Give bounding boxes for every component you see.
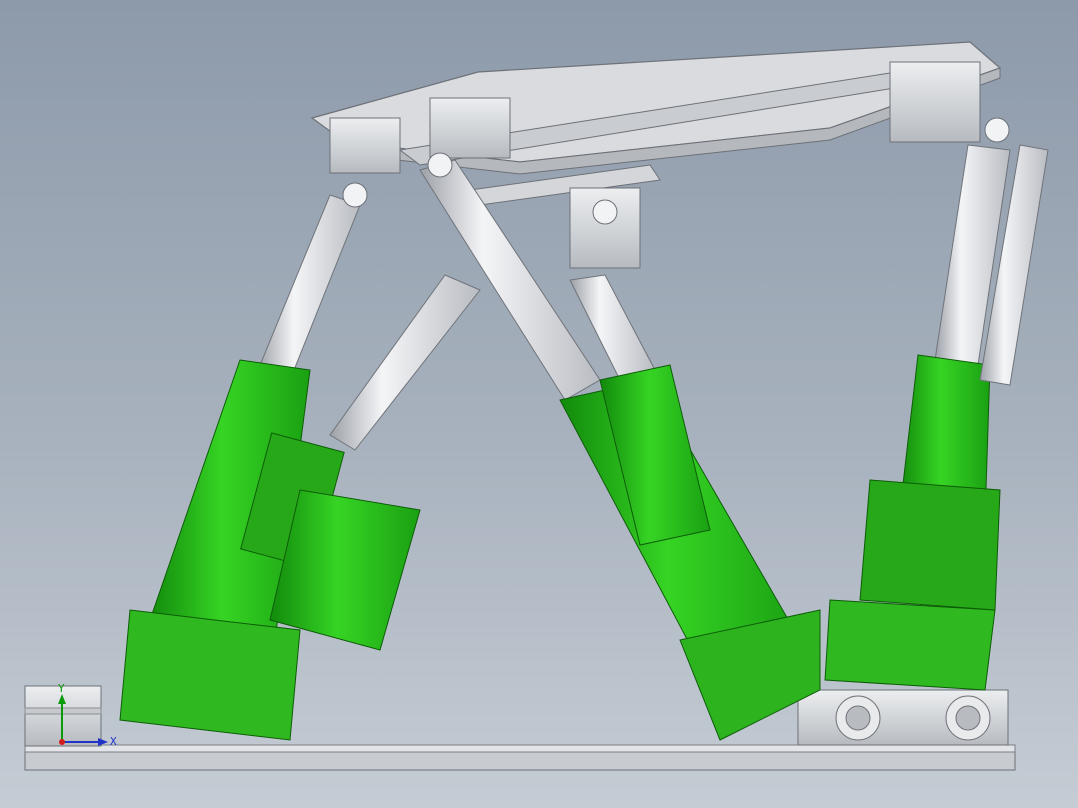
base-plate[interactable] [24,744,1016,771]
triad-y-label: Y [58,682,65,695]
hexapod-model[interactable] [0,0,1078,808]
base-bearing-right[interactable] [797,689,1009,746]
actuator-leg-5[interactable] [824,144,1011,691]
triad-x-label: X [110,735,117,748]
coordinate-triad: Y X [50,680,120,755]
3d-model-viewport[interactable]: Y X [0,0,1078,808]
top-platform[interactable] [310,41,1002,269]
actuator-leg-1[interactable] [119,194,361,741]
